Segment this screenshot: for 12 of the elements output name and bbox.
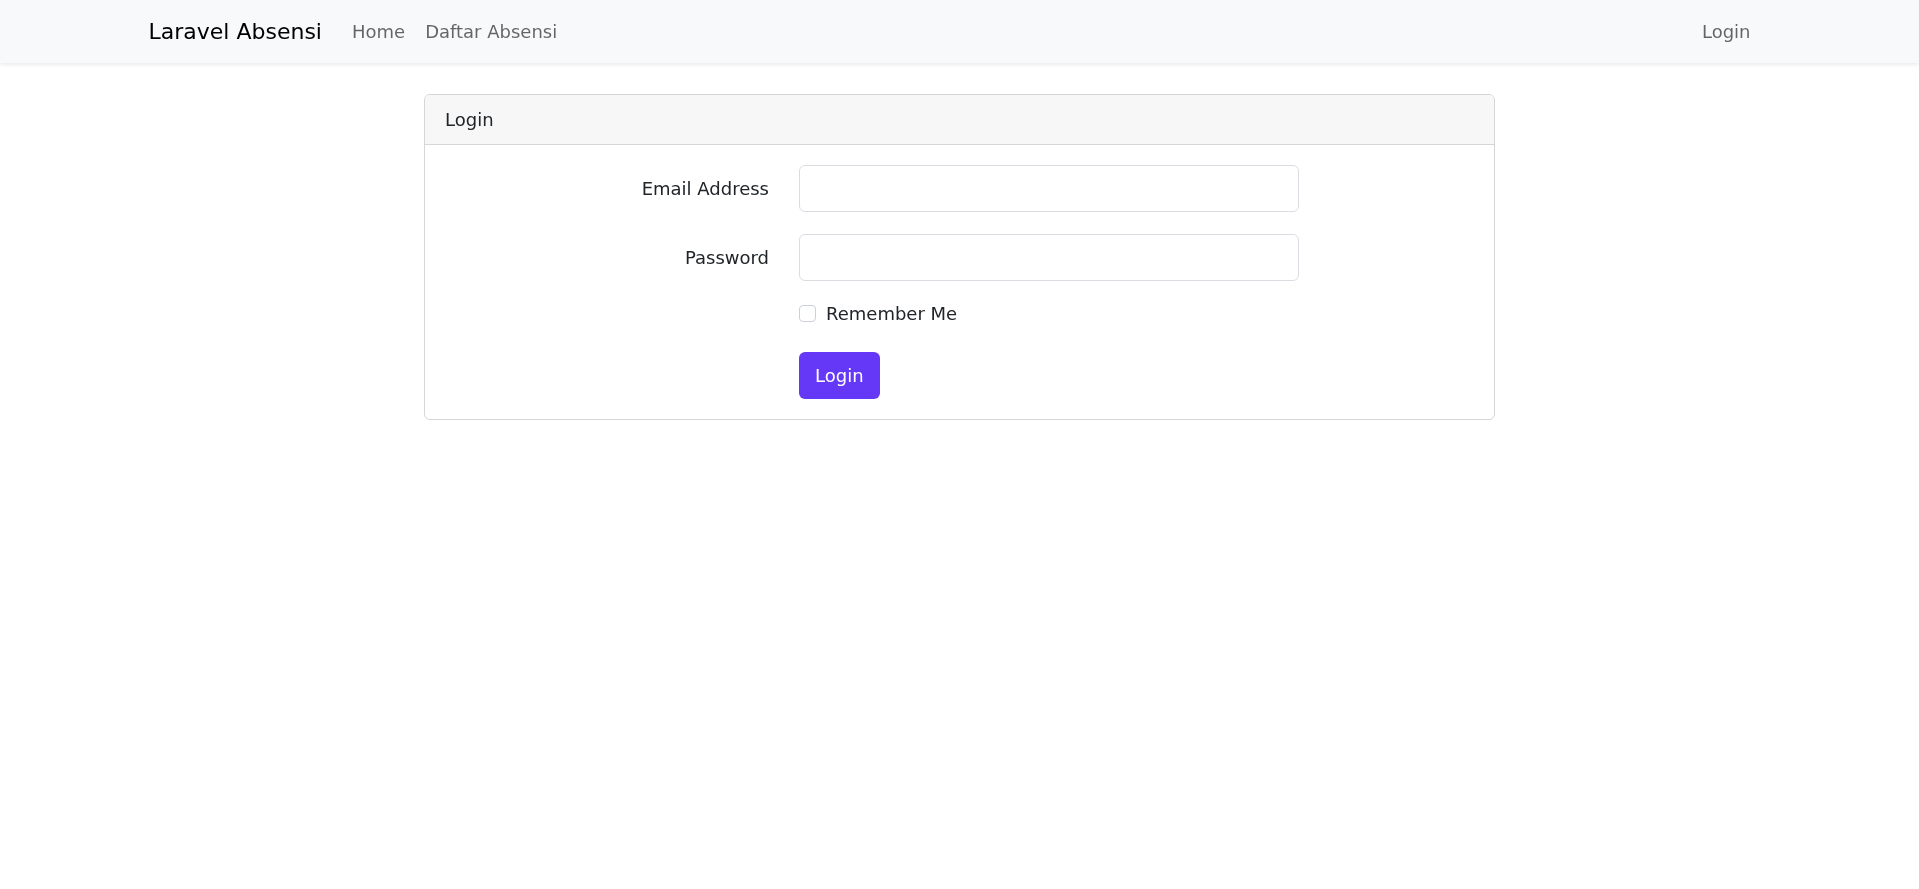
nav-link[interactable]: Home (351, 21, 406, 42)
checkbox-label[interactable]: Remember Me (826, 303, 958, 324)
input-field[interactable] (799, 165, 1299, 212)
checkbox[interactable] (799, 305, 816, 322)
login-button[interactable]: Login (799, 352, 880, 399)
field-label: Email Address (640, 178, 769, 199)
brand-link[interactable]: Laravel Absensi (148, 19, 322, 44)
nav-link[interactable]: Daftar Absensi (425, 21, 558, 42)
field-label: Password (683, 247, 769, 268)
input-field[interactable] (799, 234, 1299, 281)
nav-link[interactable]: Login (1701, 21, 1751, 42)
card-header: Login (425, 95, 1494, 145)
